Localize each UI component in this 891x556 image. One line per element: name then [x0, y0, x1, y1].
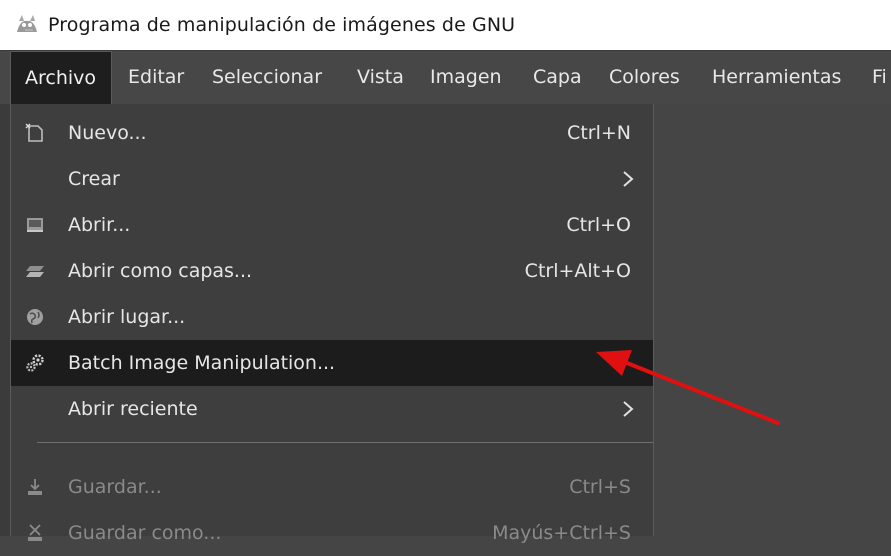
menu-item-label: Crear	[68, 168, 120, 190]
menu-item-label: Batch Image Manipulation...	[68, 352, 336, 374]
menu-item-batch-image-manipulation[interactable]: Batch Image Manipulation...	[11, 340, 653, 386]
save-icon	[23, 475, 47, 499]
menu-item-abrir[interactable]: Abrir... Ctrl+O	[11, 202, 653, 248]
menu-filtros[interactable]: Fi	[872, 51, 887, 105]
menu-item-label: Abrir como capas...	[68, 260, 253, 282]
menu-item-shortcut: Ctrl+S	[569, 476, 631, 498]
menu-item-nuevo[interactable]: Nuevo... Ctrl+N	[11, 110, 653, 156]
menu-item-abrir-lugar[interactable]: Abrir lugar...	[11, 294, 653, 340]
menu-capa[interactable]: Capa	[533, 51, 582, 105]
menu-item-label: Abrir...	[68, 214, 131, 236]
open-file-icon	[23, 213, 47, 237]
menu-item-abrir-como-capas[interactable]: Abrir como capas... Ctrl+Alt+O	[11, 248, 653, 294]
menu-bar: Archivo Editar Seleccionar Vista Imagen …	[0, 50, 891, 105]
chevron-right-icon	[623, 171, 634, 187]
gears-icon	[23, 351, 47, 375]
gimp-wilber-icon	[17, 15, 37, 32]
menu-item-label: Abrir reciente	[68, 398, 198, 420]
menu-vista[interactable]: Vista	[357, 51, 404, 105]
menu-item-shortcut: Mayús+Ctrl+S	[492, 522, 631, 544]
menu-item-label: Nuevo...	[68, 122, 147, 144]
menu-item-crear[interactable]: Crear	[11, 156, 653, 202]
title-bar: Programa de manipulación de imágenes de …	[0, 0, 891, 50]
menu-item-shortcut: Ctrl+Alt+O	[524, 260, 631, 282]
menu-item-guardar[interactable]: Guardar... Ctrl+S	[11, 464, 653, 510]
chevron-right-icon	[623, 401, 634, 417]
open-as-layers-icon	[23, 259, 47, 283]
menu-item-label: Abrir lugar...	[68, 306, 186, 328]
new-document-icon	[23, 121, 47, 145]
menu-herramientas[interactable]: Herramientas	[712, 51, 841, 105]
menu-item-label: Guardar...	[68, 476, 162, 498]
toolbox-edge	[0, 104, 10, 536]
globe-icon	[23, 305, 47, 329]
menu-seleccionar[interactable]: Seleccionar	[212, 51, 322, 105]
menu-item-shortcut: Ctrl+N	[567, 122, 631, 144]
window-title: Programa de manipulación de imágenes de …	[48, 14, 516, 36]
menu-imagen[interactable]: Imagen	[430, 51, 502, 105]
menu-separator	[37, 442, 653, 443]
menu-item-shortcut: Ctrl+O	[566, 214, 631, 236]
file-menu-dropdown: Nuevo... Ctrl+N Crear Abrir... Ctrl+O Ab…	[10, 104, 654, 544]
menu-item-abrir-reciente[interactable]: Abrir reciente	[11, 386, 653, 432]
menu-item-label: Guardar como...	[68, 522, 222, 544]
menu-colores[interactable]: Colores	[609, 51, 680, 105]
menu-editar[interactable]: Editar	[128, 51, 184, 105]
save-as-icon	[23, 521, 47, 545]
menu-archivo[interactable]: Archivo	[10, 51, 112, 105]
menu-item-guardar-como[interactable]: Guardar como... Mayús+Ctrl+S	[11, 510, 653, 556]
